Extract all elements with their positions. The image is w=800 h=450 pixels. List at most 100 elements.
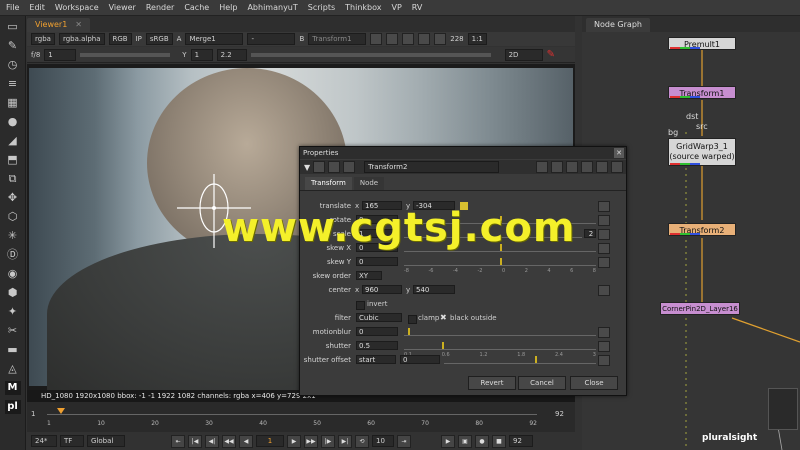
revert-button[interactable]: Revert <box>468 376 516 390</box>
skew-y-field[interactable]: 0 <box>356 257 398 266</box>
gain-slider[interactable] <box>80 52 171 57</box>
curve-icon[interactable] <box>598 355 610 366</box>
fps-dropdown[interactable]: 24* <box>31 435 57 447</box>
merge-icon[interactable]: ⧉ <box>5 172 21 186</box>
step-back-icon[interactable]: ◀◀ <box>222 434 236 448</box>
tab-node-graph[interactable]: Node Graph <box>586 18 650 32</box>
redo-icon[interactable] <box>551 161 563 173</box>
gamma-slider[interactable] <box>250 52 491 57</box>
3d-icon[interactable]: ⬡ <box>5 210 21 224</box>
curve-icon[interactable] <box>598 201 610 212</box>
menu-render[interactable]: Render <box>146 3 174 12</box>
invert-checkbox[interactable] <box>356 301 365 310</box>
tab-viewer1[interactable]: Viewer1 ✕ <box>27 18 90 32</box>
play-forward-icon[interactable]: ▶ <box>287 434 301 448</box>
alpha-dropdown[interactable]: rgba.alpha <box>58 33 105 45</box>
node-cornerpin2d-layer16[interactable]: CornerPin2D_Layer16 <box>660 302 740 315</box>
float-window-icon[interactable] <box>596 161 608 173</box>
furnace-icon[interactable]: ✂ <box>5 324 21 338</box>
float-icon[interactable] <box>343 161 356 173</box>
timeline[interactable]: 1 1 10 20 30 40 50 60 70 80 92 92 <box>27 402 575 432</box>
play-backward-icon[interactable]: ◀ <box>239 434 253 448</box>
menu-rv[interactable]: RV <box>412 3 423 12</box>
global-dropdown[interactable]: Global <box>87 435 125 447</box>
properties-titlebar[interactable]: Properties ✕ <box>300 147 626 159</box>
shutter-offset-slider[interactable] <box>444 356 596 364</box>
node-transform1[interactable]: Transform1 <box>668 86 736 99</box>
motionblur-slider[interactable] <box>404 328 596 336</box>
views-icon[interactable]: ◉ <box>5 267 21 281</box>
center-y-field[interactable]: 540 <box>413 285 455 294</box>
node-name-field[interactable]: Transform2 <box>364 161 500 173</box>
shutter-offset-field[interactable]: 0 <box>400 355 440 364</box>
menu-scripts[interactable]: Scripts <box>308 3 335 12</box>
menu-cache[interactable]: Cache <box>184 3 209 12</box>
roi-icon[interactable] <box>370 33 383 45</box>
particles-icon[interactable]: ✳ <box>5 229 21 243</box>
undo-icon[interactable] <box>536 161 548 173</box>
keyer-icon[interactable]: ⬒ <box>5 153 21 167</box>
playback-icon[interactable]: ▣ <box>458 434 472 448</box>
minimap[interactable] <box>768 388 798 430</box>
m-logo-icon[interactable]: M <box>4 381 21 395</box>
filter-dropdown[interactable]: Cubic <box>356 313 402 322</box>
end-frame-field[interactable]: 92 <box>509 435 533 447</box>
menu-edit[interactable]: Edit <box>29 3 45 12</box>
refresh-icon[interactable] <box>418 33 431 45</box>
tab-transform[interactable]: Transform <box>305 177 352 190</box>
step-field[interactable]: 10 <box>372 435 394 447</box>
channel-icon[interactable]: ≡ <box>5 77 21 91</box>
collapse-icon[interactable]: ▼ <box>304 163 310 172</box>
first-frame-icon[interactable]: |◀ <box>188 434 202 448</box>
menu-viewer[interactable]: Viewer <box>109 3 136 12</box>
skip-icon[interactable]: ⇥ <box>397 434 411 448</box>
menu-abhimanyut[interactable]: AbhimanyuT <box>247 3 297 12</box>
curve-icon[interactable] <box>598 229 610 240</box>
menu-vp[interactable]: VP <box>391 3 401 12</box>
flipbook-icon[interactable]: ▶ <box>441 434 455 448</box>
paint-icon[interactable]: ✎ <box>5 39 21 53</box>
tf-dropdown[interactable]: TF <box>60 435 84 447</box>
close-button[interactable]: Close <box>570 376 618 390</box>
in-point-icon[interactable]: ⇤ <box>171 434 185 448</box>
shutter-offset-dropdown[interactable]: start <box>356 355 396 364</box>
skew-y-slider[interactable] <box>404 258 596 266</box>
node-premult1[interactable]: Premult1 <box>668 37 736 50</box>
close-icon[interactable]: ✕ <box>75 20 82 29</box>
clip-icon[interactable] <box>386 33 399 45</box>
center-x-field[interactable]: 960 <box>362 285 402 294</box>
help-icon[interactable] <box>581 161 593 173</box>
filter-icon[interactable]: ◢ <box>5 134 21 148</box>
metadata-icon[interactable]: ⬢ <box>5 286 21 300</box>
cancel-button[interactable]: Cancel <box>518 376 566 390</box>
node-transform2[interactable]: Transform2 <box>668 223 736 236</box>
other-icon[interactable]: ✦ <box>5 305 21 319</box>
zoom-percent[interactable]: 228 <box>450 35 463 43</box>
curve-icon[interactable] <box>598 285 610 296</box>
skew-order-dropdown[interactable]: XY <box>356 271 382 280</box>
record-icon[interactable]: ● <box>475 434 489 448</box>
zoom-dropdown[interactable]: 1:1 <box>467 33 487 45</box>
tab-node[interactable]: Node <box>353 177 385 190</box>
menu-help[interactable]: Help <box>219 3 237 12</box>
close-icon[interactable]: ✕ <box>614 148 624 158</box>
clamp-checkbox[interactable] <box>408 315 417 324</box>
node-gridwarp3-1[interactable]: GridWarp3_1 (source warped) <box>668 138 736 166</box>
time-icon[interactable]: ◷ <box>5 58 21 72</box>
scale-channels-button[interactable]: 2 <box>584 229 596 238</box>
gizmo-icon[interactable]: ◬ <box>5 362 21 376</box>
curve-icon[interactable] <box>598 341 610 352</box>
next-key-icon[interactable]: |▶ <box>321 434 335 448</box>
view-mode-dropdown[interactable]: 2D <box>504 48 543 61</box>
curve-icon[interactable] <box>598 215 610 226</box>
current-frame-field[interactable]: 1 <box>256 435 284 447</box>
playhead-icon[interactable] <box>57 408 65 414</box>
proxy-icon[interactable] <box>402 33 415 45</box>
close-node-icon[interactable] <box>611 161 623 173</box>
menu-file[interactable]: File <box>6 3 19 12</box>
curve-icon[interactable] <box>598 327 610 338</box>
settings-icon[interactable] <box>313 161 326 173</box>
menu-workspace[interactable]: Workspace <box>55 3 99 12</box>
shutter-slider[interactable] <box>404 342 596 350</box>
transform-icon[interactable]: ✥ <box>5 191 21 205</box>
